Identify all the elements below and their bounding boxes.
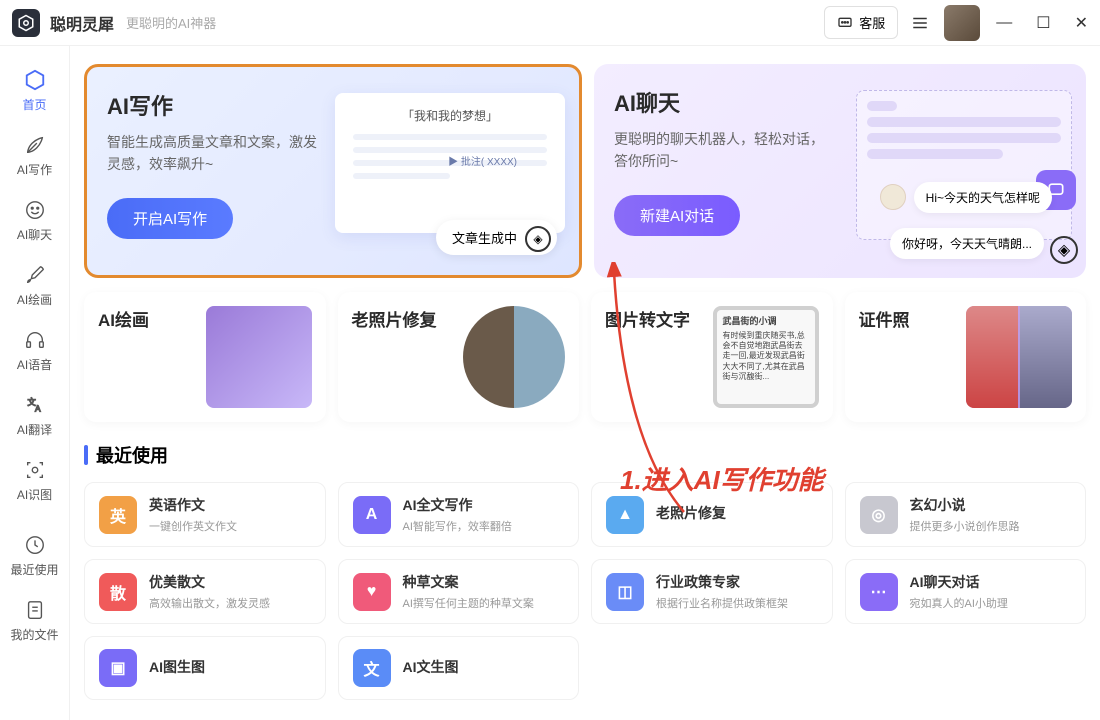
ocr-thumb: 武昌街的小调 有时候到重庆随买书,总会不自觉地跑武昌街去走一回,最近发现武昌街大… — [713, 306, 819, 408]
sidebar-item-draw[interactable]: AI绘画 — [0, 253, 69, 318]
photo-thumb — [463, 306, 565, 408]
sidebar-item-translate[interactable]: 文AAI翻译 — [0, 383, 69, 448]
new-chat-button[interactable]: 新建AI对话 — [614, 195, 740, 236]
recent-title: AI全文写作 — [403, 495, 512, 515]
svg-text:A: A — [35, 404, 41, 414]
sidebar-item-writing[interactable]: AI写作 — [0, 123, 69, 188]
hero-card-chat[interactable]: AI聊天 更聪明的聊天机器人，轻松对话，答你所问~ 新建AI对话 Hi~今天的天… — [594, 64, 1086, 278]
tagline: 更聪明的AI神器 — [126, 13, 216, 32]
sidebar-item-files[interactable]: 我的文件 — [0, 588, 69, 653]
start-writing-button[interactable]: 开启AI写作 — [107, 198, 233, 239]
user-avatar[interactable] — [944, 5, 980, 41]
recent-card[interactable]: ♥ 种草文案 AI撰写任何主题的种草文案 — [338, 559, 580, 624]
recent-title: 优美散文 — [149, 572, 270, 592]
titlebar: 聪明灵犀 更聪明的AI神器 客服 — ☐ ✕ — [0, 0, 1100, 46]
app-logo — [12, 9, 40, 37]
section-title-recent: 最近使用 — [96, 442, 168, 468]
recent-title: AI文生图 — [403, 657, 459, 677]
recent-icon: ◎ — [860, 496, 898, 534]
scan-icon — [23, 458, 47, 482]
recent-desc: 高效输出散文，激发灵感 — [149, 595, 270, 611]
feature-card-draw[interactable]: AI绘画 — [84, 292, 326, 422]
recent-title: AI聊天对话 — [910, 572, 1008, 592]
recent-desc: 宛如真人的AI小助理 — [910, 595, 1008, 611]
feature-row: AI绘画 老照片修复 图片转文字 武昌街的小调 有时候到重庆随买书,总会不自觉地… — [84, 292, 1086, 422]
recent-title: 英语作文 — [149, 495, 237, 515]
recent-icon: ▣ — [99, 649, 137, 687]
menu-icon — [911, 14, 929, 32]
cs-label: 客服 — [859, 13, 885, 32]
recent-card[interactable]: 英 英语作文 一键创作英文作文 — [84, 482, 326, 547]
sidebar-item-ocr[interactable]: AI识图 — [0, 448, 69, 513]
recent-desc: 根据行业名称提供政策框架 — [656, 595, 788, 611]
section-accent-bar — [84, 445, 88, 465]
recent-icon: ▲ — [606, 496, 644, 534]
idphoto-thumb — [966, 306, 1072, 408]
recent-card[interactable]: ▣ AI图生图 — [84, 636, 326, 700]
recent-desc: AI撰写任何主题的种草文案 — [403, 595, 534, 611]
logo-mini-icon: ◈ — [1050, 236, 1078, 264]
recent-card[interactable]: ◎ 玄幻小说 提供更多小说创作思路 — [845, 482, 1087, 547]
file-icon — [23, 598, 47, 622]
recent-title: AI图生图 — [149, 657, 205, 677]
recent-title: 老照片修复 — [656, 503, 726, 523]
recent-card[interactable]: 散 优美散文 高效输出散文，激发灵感 — [84, 559, 326, 624]
logo-mini-icon: ◈ — [525, 226, 551, 252]
feature-card-photo-restore[interactable]: 老照片修复 — [338, 292, 580, 422]
window-controls: — ☐ ✕ — [996, 13, 1088, 33]
section-head-recent: 最近使用 — [84, 442, 1086, 468]
recent-card[interactable]: ◫ 行业政策专家 根据行业名称提供政策框架 — [591, 559, 833, 624]
brush-icon — [23, 263, 47, 287]
recent-desc: AI智能写作，效率翻倍 — [403, 518, 512, 534]
generating-chip: 文章生成中 ◈ — [436, 220, 557, 255]
sidebar-item-recent[interactable]: 最近使用 — [0, 523, 69, 588]
sidebar-item-chat[interactable]: AI聊天 — [0, 188, 69, 253]
hero-writing-desc: 智能生成高质量文章和文案，激发灵感，效率飙升~ — [107, 131, 317, 176]
chat-bubble-user: Hi~今天的天气怎样呢 — [914, 182, 1052, 213]
recent-card[interactable]: ⋯ AI聊天对话 宛如真人的AI小助理 — [845, 559, 1087, 624]
main-content: AI写作 智能生成高质量文章和文案，激发灵感，效率飙升~ 开启AI写作 AI 「… — [70, 46, 1100, 720]
recent-icon: ◫ — [606, 573, 644, 611]
maximize-button[interactable]: ☐ — [1036, 13, 1050, 33]
headphone-icon — [23, 328, 47, 352]
feature-card-ocr[interactable]: 图片转文字 武昌街的小调 有时候到重庆随买书,总会不自觉地跑武昌街去走一回,最近… — [591, 292, 833, 422]
chat-icon — [837, 15, 853, 31]
draw-thumb — [206, 306, 312, 408]
app-name: 聪明灵犀 — [50, 11, 114, 35]
avatar-mini-icon — [880, 184, 906, 210]
minimize-button[interactable]: — — [996, 14, 1012, 32]
close-button[interactable]: ✕ — [1075, 13, 1088, 33]
chat-bubble-reply: 你好呀，今天天气晴朗... — [890, 228, 1044, 259]
sidebar: 首页 AI写作 AI聊天 AI绘画 AI语音 文AAI翻译 AI识图 最近使用 … — [0, 46, 70, 720]
recent-icon: 文 — [353, 649, 391, 687]
recent-icon: ⋯ — [860, 573, 898, 611]
sidebar-item-voice[interactable]: AI语音 — [0, 318, 69, 383]
hamburger-menu-button[interactable] — [908, 11, 932, 35]
recent-icon: 散 — [99, 573, 137, 611]
history-icon — [23, 533, 47, 557]
recent-grid: 英 英语作文 一键创作英文作文A AI全文写作 AI智能写作，效率翻倍▲ 老照片… — [84, 482, 1086, 700]
recent-card[interactable]: 文 AI文生图 — [338, 636, 580, 700]
feather-icon — [23, 133, 47, 157]
home-icon — [23, 68, 47, 92]
sidebar-item-home[interactable]: 首页 — [0, 58, 69, 123]
translate-icon: 文A — [23, 393, 47, 417]
recent-desc: 一键创作英文作文 — [149, 518, 237, 534]
hero-chat-desc: 更聪明的聊天机器人，轻松对话，答你所问~ — [614, 128, 824, 173]
recent-icon: A — [353, 496, 391, 534]
recent-card[interactable]: A AI全文写作 AI智能写作，效率翻倍 — [338, 482, 580, 547]
recent-icon: ♥ — [353, 573, 391, 611]
smile-icon — [23, 198, 47, 222]
recent-icon: 英 — [99, 496, 137, 534]
recent-title: 种草文案 — [403, 572, 534, 592]
recent-title: 行业政策专家 — [656, 572, 788, 592]
chat-mock — [856, 90, 1072, 240]
hero-card-writing[interactable]: AI写作 智能生成高质量文章和文案，激发灵感，效率飙升~ 开启AI写作 AI 「… — [84, 64, 582, 278]
writing-mock-paper: 「我和我的梦想」 ▶ 批注( XXXX) — [335, 93, 565, 233]
recent-card[interactable]: ▲ 老照片修复 — [591, 482, 833, 547]
customer-service-button[interactable]: 客服 — [824, 6, 898, 39]
recent-title: 玄幻小说 — [910, 495, 1020, 515]
feature-card-idphoto[interactable]: 证件照 — [845, 292, 1087, 422]
recent-desc: 提供更多小说创作思路 — [910, 518, 1020, 534]
